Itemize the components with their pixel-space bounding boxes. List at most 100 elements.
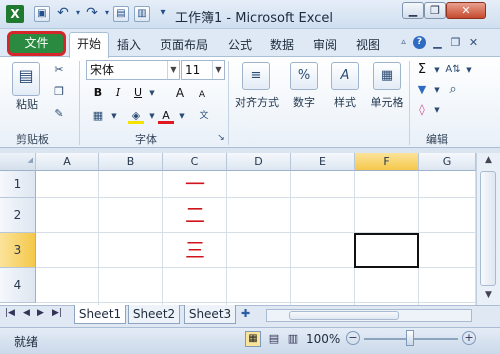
font-color-icon[interactable]: A	[158, 108, 174, 124]
scroll-up-icon[interactable]: ▲	[482, 155, 495, 168]
undo-icon[interactable]: ↶	[55, 6, 71, 22]
fill-color-icon[interactable]: ◈	[128, 108, 144, 124]
autosum-dropdown-icon[interactable]: ▼	[429, 62, 445, 78]
cells-icon[interactable]: ▦	[373, 62, 401, 90]
zoom-out-icon[interactable]: −	[346, 331, 360, 345]
normal-view-icon[interactable]: ▦	[245, 331, 261, 347]
workbook-restore-icon[interactable]: ❐	[449, 36, 462, 49]
help-icon[interactable]: ?	[413, 36, 426, 49]
tab-file[interactable]: 文件	[7, 31, 66, 56]
tab-review[interactable]: 审阅	[313, 36, 337, 53]
paste-button[interactable]: 粘贴	[14, 96, 40, 112]
styles-button[interactable]: 样式	[327, 94, 363, 110]
h-scroll-thumb[interactable]	[289, 311, 399, 320]
print-preview-icon[interactable]: ▤	[113, 6, 129, 22]
first-sheet-icon[interactable]: |◀	[5, 308, 15, 318]
sheet-tab-1[interactable]: Sheet1	[74, 305, 126, 324]
horizontal-scrollbar[interactable]	[266, 309, 472, 322]
worksheet-grid[interactable]: ◢ ABCDEFG 1234 一二三	[0, 153, 476, 305]
italic-button[interactable]: I	[110, 85, 126, 101]
format-painter-icon[interactable]: ✎	[51, 106, 67, 122]
status-mode: 就绪	[14, 335, 39, 349]
tab-formulas[interactable]: 公式	[228, 36, 252, 53]
number-format-icon[interactable]: %	[290, 62, 318, 90]
find-select-icon[interactable]: ⌕	[445, 82, 461, 98]
tab-page-layout[interactable]: 页面布局	[160, 36, 208, 53]
styles-icon[interactable]: A	[331, 62, 359, 90]
select-all-corner[interactable]: ◢	[0, 153, 36, 171]
scroll-down-icon[interactable]: ▼	[482, 290, 495, 303]
cell-c3[interactable]: 三	[163, 233, 227, 268]
redo-icon[interactable]: ↷	[84, 6, 100, 22]
vertical-scrollbar[interactable]: ▲ ▼	[476, 153, 500, 305]
page-break-view-icon[interactable]: ▥	[285, 331, 301, 347]
row-header-1[interactable]: 1	[0, 171, 36, 198]
tab-view[interactable]: 视图	[356, 36, 380, 53]
phonetic-guide-icon[interactable]: 文	[196, 108, 212, 124]
customize-qat-icon[interactable]: ▾	[155, 6, 171, 22]
borders-dropdown-icon[interactable]: ▼	[106, 108, 122, 124]
sort-dropdown-icon[interactable]: ▼	[461, 62, 477, 78]
sort-filter-icon[interactable]: A⇅	[445, 62, 461, 78]
excel-app-icon[interactable]: X	[6, 5, 24, 23]
workbook-minimize-icon[interactable]: ▁	[431, 36, 444, 49]
column-header-d[interactable]: D	[227, 153, 291, 171]
column-header-a[interactable]: A	[36, 153, 99, 171]
shrink-font-button[interactable]: A	[194, 87, 210, 103]
font-group-label: 字体	[135, 133, 157, 146]
column-header-b[interactable]: B	[99, 153, 163, 171]
fill-dropdown-icon[interactable]: ▼	[429, 82, 445, 98]
font-size-select[interactable]: 11 ▼	[181, 60, 225, 80]
tab-data[interactable]: 数据	[270, 36, 294, 53]
workbook-close-icon[interactable]: ✕	[467, 36, 480, 49]
column-header-f[interactable]: F	[355, 153, 419, 171]
underline-dropdown-icon[interactable]: ▼	[144, 85, 160, 101]
quick-print-icon[interactable]: ▥	[134, 6, 150, 22]
next-sheet-icon[interactable]: ▶	[37, 308, 44, 318]
autosum-icon[interactable]: Σ	[414, 62, 430, 78]
page-layout-view-icon[interactable]: ▤	[266, 331, 282, 347]
number-button[interactable]: 数字	[286, 94, 322, 110]
cell-c2[interactable]: 二	[163, 198, 227, 233]
active-cell-f3[interactable]	[354, 233, 419, 268]
fill-icon[interactable]: ▼	[414, 82, 430, 98]
alignment-button[interactable]: 对齐方式	[232, 94, 282, 110]
font-color-dropdown-icon[interactable]: ▼	[174, 108, 190, 124]
prev-sheet-icon[interactable]: ◀	[23, 308, 30, 318]
column-header-e[interactable]: E	[291, 153, 355, 171]
grow-font-button[interactable]: A	[172, 85, 188, 101]
clear-icon[interactable]: ◊	[414, 102, 430, 118]
cut-icon[interactable]: ✂	[51, 62, 67, 78]
zoom-in-icon[interactable]: +	[462, 331, 476, 345]
borders-icon[interactable]: ▦	[90, 108, 106, 124]
row-header-2[interactable]: 2	[0, 198, 36, 233]
font-dialog-launcher-icon[interactable]: ↘	[213, 130, 229, 146]
tab-insert[interactable]: 插入	[117, 36, 141, 53]
zoom-slider-thumb[interactable]	[406, 330, 414, 346]
sheet-tab-3[interactable]: Sheet3	[184, 305, 236, 324]
cells-button[interactable]: 单元格	[366, 94, 408, 110]
row-header-4[interactable]: 4	[0, 268, 36, 303]
zoom-level[interactable]: 100%	[306, 332, 340, 346]
column-header-c[interactable]: C	[163, 153, 227, 171]
close-button[interactable]: ✕	[446, 2, 486, 19]
insert-sheet-icon[interactable]: ✚	[241, 307, 261, 323]
save-icon[interactable]: ▣	[34, 6, 50, 22]
scroll-thumb[interactable]	[480, 171, 496, 286]
cell-c1[interactable]: 一	[163, 171, 227, 198]
editing-group-label: 编辑	[426, 133, 448, 146]
copy-icon[interactable]: ❐	[51, 84, 67, 100]
row-header-3[interactable]: 3	[0, 233, 36, 268]
bold-button[interactable]: B	[90, 85, 106, 101]
alignment-icon[interactable]: ≡	[242, 62, 270, 90]
tab-home[interactable]: 开始	[69, 32, 109, 58]
last-sheet-icon[interactable]: ▶|	[52, 308, 62, 318]
clear-dropdown-icon[interactable]: ▼	[429, 102, 445, 118]
sheet-tab-2[interactable]: Sheet2	[128, 305, 180, 324]
font-name-select[interactable]: 宋体 ▼	[86, 60, 180, 80]
minimize-ribbon-icon[interactable]: ▵	[397, 36, 410, 49]
restore-button[interactable]: ❐	[424, 2, 446, 19]
minimize-button[interactable]: ▁	[402, 2, 424, 19]
paste-icon[interactable]: ▤	[12, 62, 40, 96]
column-header-g[interactable]: G	[419, 153, 476, 171]
